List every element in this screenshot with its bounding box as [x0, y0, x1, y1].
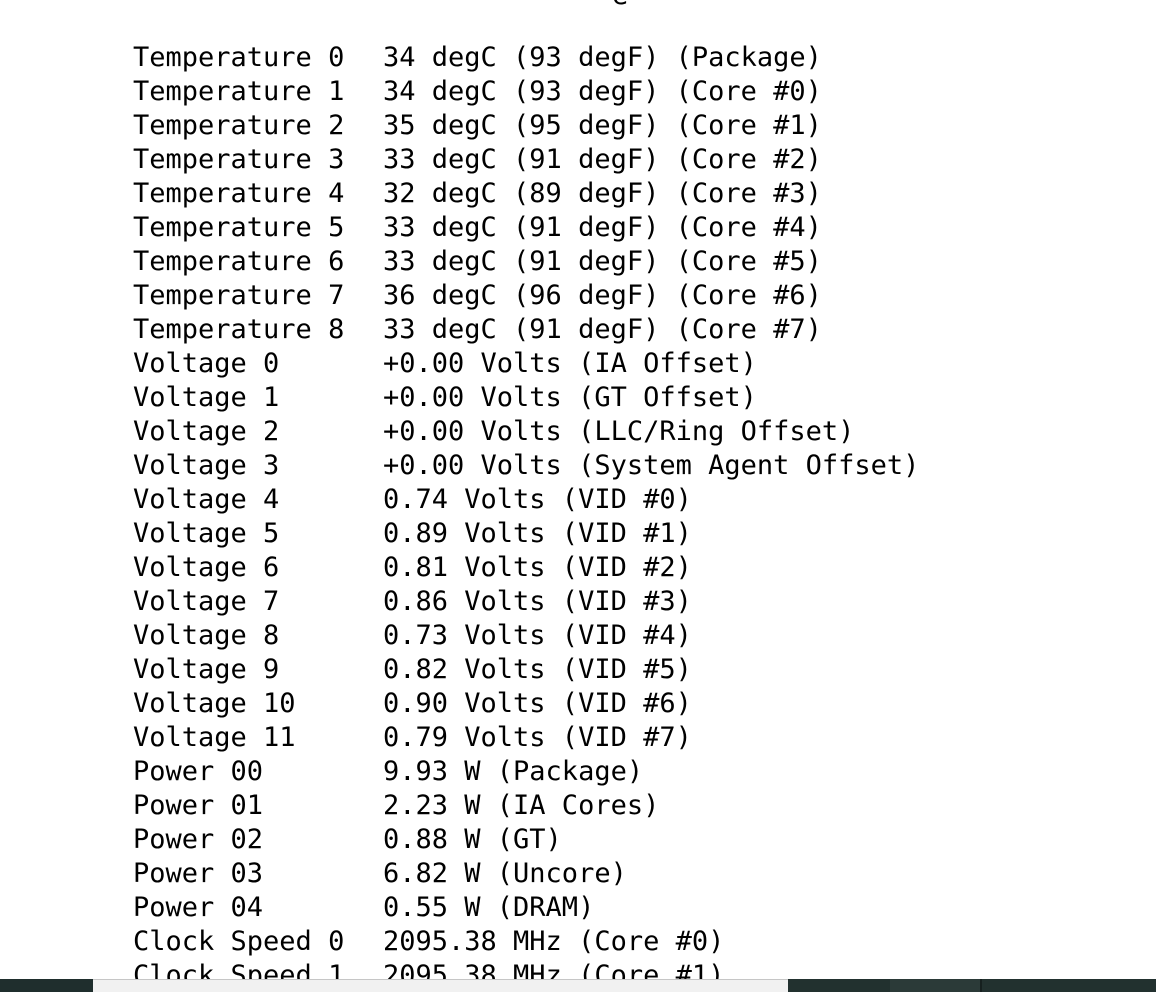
sensor-value: 0.82 Volts (VID #5) — [383, 654, 692, 685]
sensor-label: Power 01 — [133, 790, 264, 821]
sensor-row: Power 04 0.55 W (DRAM) — [0, 891, 1156, 925]
horizontal-scrollbar[interactable] — [0, 979, 1156, 992]
sensor-row: Voltage 11 0.79 Volts (VID #7) — [0, 721, 1156, 755]
sensor-label: Temperature 4 — [133, 178, 345, 209]
sensor-label: Voltage 10 — [133, 688, 296, 719]
sensor-row: Voltage 2 +0.00 Volts (LLC/Ring Offset) — [0, 415, 1156, 449]
sensor-label: Temperature 7 — [133, 280, 345, 311]
sensor-value: 0.90 Volts (VID #6) — [383, 688, 692, 719]
sensor-value: 6.82 W (Uncore) — [383, 858, 627, 889]
sensor-row: Voltage 1 +0.00 Volts (GT Offset) — [0, 381, 1156, 415]
sensor-row: Temperature 5 33 degC (91 degF) (Core #4) — [0, 211, 1156, 245]
sensor-row: Voltage 8 0.73 Volts (VID #4) — [0, 619, 1156, 653]
sensor-value: 0.79 Volts (VID #7) — [383, 722, 692, 753]
sensor-label: Voltage 5 — [133, 518, 280, 549]
sensor-row: Power 02 0.88 W (GT) — [0, 823, 1156, 857]
sensor-label: Voltage 2 — [133, 416, 280, 447]
sensor-value: +0.00 Volts (GT Offset) — [383, 382, 757, 413]
sensor-label: Temperature 1 — [133, 76, 345, 107]
sensor-label: Voltage 7 — [133, 586, 280, 617]
sensor-label: Voltage 9 — [133, 654, 280, 685]
sensor-value: 33 degC (91 degF) (Core #5) — [383, 246, 822, 277]
sensor-row: Voltage 10 0.90 Volts (VID #6) — [0, 687, 1156, 721]
sensor-value: +0.00 Volts (IA Offset) — [383, 348, 757, 379]
sensor-value: 34 degC (93 degF) (Package) — [383, 42, 822, 73]
sensor-value: 0.81 Volts (VID #2) — [383, 552, 692, 583]
sensor-row: Power 01 2.23 W (IA Cores) — [0, 789, 1156, 823]
sensor-label: Temperature 0 — [133, 42, 345, 73]
sensor-row: Temperature 2 35 degC (95 degF) (Core #1) — [0, 109, 1156, 143]
sensor-label: Power 02 — [133, 824, 264, 855]
sensor-value: 0.89 Volts (VID #1) — [383, 518, 692, 549]
sensor-value: 33 degC (91 degF) (Core #4) — [383, 212, 822, 243]
terminal-window: e Temperature 0 34 degC (93 degF) (Packag… — [0, 0, 1156, 992]
sensor-value: 2.23 W (IA Cores) — [383, 790, 660, 821]
sensor-label: Power 00 — [133, 756, 264, 787]
sensor-label: Temperature 6 — [133, 246, 345, 277]
taskbar-segment — [890, 979, 980, 992]
sensor-row: Voltage 6 0.81 Volts (VID #2) — [0, 551, 1156, 585]
sensor-row: Temperature 0 34 degC (93 degF) (Package) — [0, 41, 1156, 75]
sensor-value: 0.88 W (GT) — [383, 824, 562, 855]
sensor-label: Power 04 — [133, 892, 264, 923]
sensor-row: Voltage 7 0.86 Volts (VID #3) — [0, 585, 1156, 619]
sensor-row: Power 03 6.82 W (Uncore) — [0, 857, 1156, 891]
sensor-label: Voltage 6 — [133, 552, 280, 583]
sensor-value: 0.73 Volts (VID #4) — [383, 620, 692, 651]
sensor-value: 0.86 Volts (VID #3) — [383, 586, 692, 617]
sensor-row: Voltage 9 0.82 Volts (VID #5) — [0, 653, 1156, 687]
sensor-row: Temperature 1 34 degC (93 degF) (Core #0) — [0, 75, 1156, 109]
sensor-label: Temperature 3 — [133, 144, 345, 175]
sensor-row: Temperature 8 33 degC (91 degF) (Core #7) — [0, 313, 1156, 347]
sensor-value: 33 degC (91 degF) (Core #7) — [383, 314, 822, 345]
sensor-row: Voltage 3 +0.00 Volts (System Agent Offse… — [0, 449, 1156, 483]
sensor-label: Voltage 3 — [133, 450, 280, 481]
sensor-label: Temperature 2 — [133, 110, 345, 141]
sensor-row: Voltage 5 0.89 Volts (VID #1) — [0, 517, 1156, 551]
sensor-value: 32 degC (89 degF) (Core #3) — [383, 178, 822, 209]
scrollbar-thumb[interactable] — [93, 979, 788, 992]
sensor-value: 9.93 W (Package) — [383, 756, 644, 787]
sensor-row: Temperature 6 33 degC (91 degF) (Core #5) — [0, 245, 1156, 279]
sensor-label: Clock Speed 0 — [133, 926, 345, 957]
sensor-value: 0.55 W (DRAM) — [383, 892, 595, 923]
sensor-label: Voltage 11 — [133, 722, 296, 753]
scrollbar-left-cap — [0, 979, 93, 992]
sensor-value: 36 degC (96 degF) (Core #6) — [383, 280, 822, 311]
sensor-value: +0.00 Volts (LLC/Ring Offset) — [383, 416, 855, 447]
sensor-label: Power 03 — [133, 858, 264, 889]
sensor-label: Voltage 1 — [133, 382, 280, 413]
sensor-label: Voltage 4 — [133, 484, 280, 515]
sensor-row: Voltage 0 +0.00 Volts (IA Offset) — [0, 347, 1156, 381]
sensor-row: Temperature 7 36 degC (96 degF) (Core #6) — [0, 279, 1156, 313]
sensor-row: Power 00 9.93 W (Package) — [0, 755, 1156, 789]
clipped-top-text: e — [612, 0, 628, 13]
sensor-readings-list: Temperature 0 34 degC (93 degF) (Package)… — [0, 41, 1156, 993]
sensor-label: Voltage 8 — [133, 620, 280, 651]
sensor-row: Temperature 3 33 degC (91 degF) (Core #2) — [0, 143, 1156, 177]
sensor-label: Temperature 5 — [133, 212, 345, 243]
sensor-value: 2095.38 MHz (Core #0) — [383, 926, 725, 957]
sensor-value: 35 degC (95 degF) (Core #1) — [383, 110, 822, 141]
sensor-row: Temperature 4 32 degC (89 degF) (Core #3) — [0, 177, 1156, 211]
sensor-value: 34 degC (93 degF) (Core #0) — [383, 76, 822, 107]
sensor-value: +0.00 Volts (System Agent Offset) — [383, 450, 920, 481]
sensor-label: Voltage 0 — [133, 348, 280, 379]
sensor-row: Voltage 4 0.74 Volts (VID #0) — [0, 483, 1156, 517]
sensor-row: Clock Speed 0 2095.38 MHz (Core #0) — [0, 925, 1156, 959]
taskbar-divider — [980, 979, 982, 992]
sensor-label: Temperature 8 — [133, 314, 345, 345]
sensor-value: 0.74 Volts (VID #0) — [383, 484, 692, 515]
sensor-value: 33 degC (91 degF) (Core #2) — [383, 144, 822, 175]
